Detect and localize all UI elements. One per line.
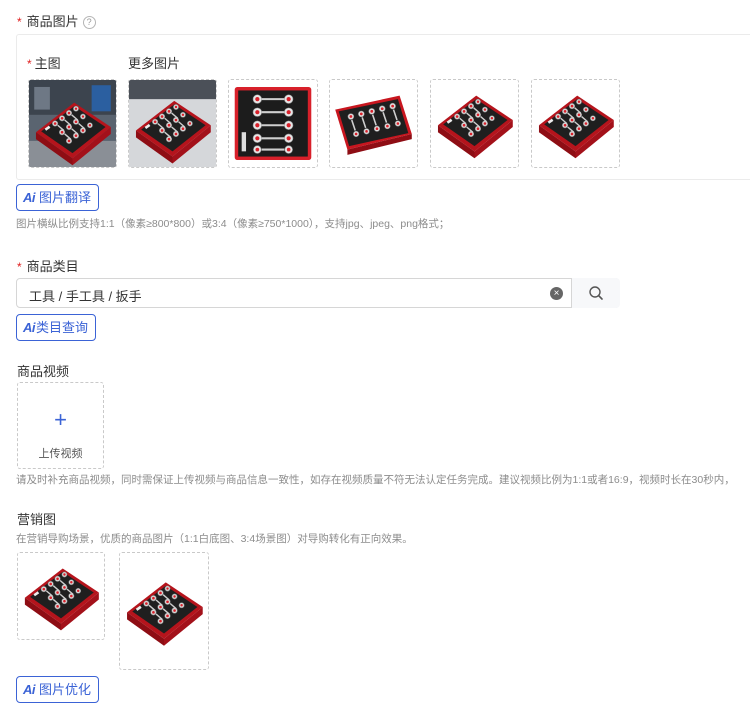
ai-icon: Ai bbox=[23, 190, 36, 205]
product-thumbnail[interactable] bbox=[329, 79, 418, 168]
marketing-image-square[interactable] bbox=[17, 552, 105, 640]
required-mark: * bbox=[17, 15, 22, 29]
ai-icon: Ai bbox=[23, 320, 36, 335]
clear-icon[interactable]: × bbox=[550, 287, 563, 300]
video-label: 商品视频 bbox=[17, 364, 70, 379]
product-photo-angled bbox=[330, 80, 417, 167]
product-thumbnail[interactable] bbox=[531, 79, 620, 168]
image-optimize-button[interactable]: Ai 图片优化 bbox=[16, 676, 100, 703]
product-photo-angled bbox=[18, 553, 104, 639]
marketing-hint: 在营销导购场景，优质的商品图片（1:1白底图、3:4场景图）对导购转化有正向效果… bbox=[16, 533, 413, 545]
help-icon[interactable]: ? bbox=[82, 16, 96, 29]
required-mark: * bbox=[27, 57, 32, 71]
upload-video-button[interactable]: + 上传视频 bbox=[17, 382, 104, 469]
product-images-label: * 商品图片? bbox=[17, 11, 96, 30]
product-photo-studio bbox=[129, 80, 216, 167]
category-input[interactable]: 工具 / 手工具 / 扳手 × bbox=[16, 278, 620, 308]
product-thumbnail-main[interactable] bbox=[28, 79, 117, 168]
ai-icon: Ai bbox=[23, 682, 36, 697]
category-query-button[interactable]: Ai类目查询 bbox=[16, 314, 97, 341]
category-search-button[interactable] bbox=[571, 278, 620, 308]
required-mark: * bbox=[17, 260, 22, 274]
category-value: 工具 / 手工具 / 扳手 bbox=[29, 289, 142, 304]
plus-icon: + bbox=[54, 407, 67, 432]
image-format-hint: 图片横纵比例支持1:1（像素≥800*800）或3:4（像素≥750*1000）… bbox=[16, 218, 450, 230]
product-photo-angled bbox=[431, 80, 518, 167]
more-images-label: 更多图片 bbox=[128, 56, 181, 71]
product-thumbnail[interactable] bbox=[128, 79, 217, 168]
search-icon bbox=[589, 286, 603, 300]
product-photo-workshop bbox=[29, 80, 116, 167]
product-photo-flat-top bbox=[229, 80, 317, 167]
product-photo-angled bbox=[120, 553, 208, 669]
main-image-label: * 主图 bbox=[27, 56, 61, 71]
video-hint: 请及时补充商品视频，同时需保证上传视频与商品信息一致性，如存在视频质量不符无法认… bbox=[16, 474, 735, 486]
product-thumbnail[interactable] bbox=[430, 79, 519, 168]
product-photo-angled bbox=[532, 80, 619, 167]
product-thumbnail[interactable] bbox=[228, 79, 318, 168]
upload-video-label: 上传视频 bbox=[38, 448, 83, 460]
category-label: * 商品类目 bbox=[17, 259, 79, 274]
image-translate-button[interactable]: Ai 图片翻译 bbox=[16, 184, 100, 211]
marketing-image-portrait[interactable] bbox=[119, 552, 209, 670]
marketing-label: 营销图 bbox=[17, 512, 57, 527]
